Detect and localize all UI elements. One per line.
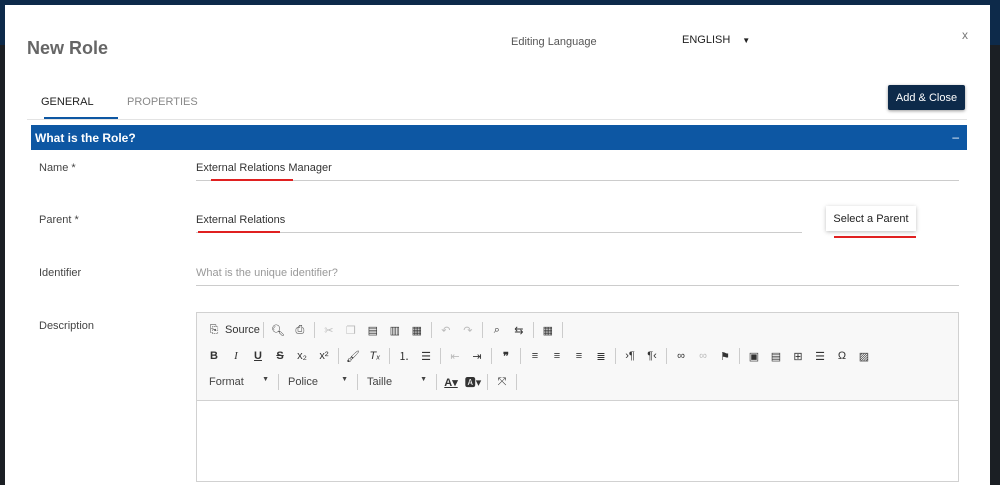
language-value: ENGLISH <box>682 34 731 46</box>
chevron-down-icon: ▼ <box>420 376 427 383</box>
text-color-icon[interactable]: A▾ <box>440 376 462 389</box>
tab-bar: GENERAL PROPERTIES <box>27 93 967 120</box>
font-select[interactable]: Police ▼ <box>282 376 354 388</box>
parent-label: Parent * <box>39 214 79 226</box>
print-icon[interactable]: ⎙ <box>289 324 311 337</box>
flash-icon[interactable]: ▣ <box>743 350 765 363</box>
image-icon[interactable]: ▨ <box>853 350 875 363</box>
identifier-label: Identifier <box>39 267 82 279</box>
editing-language-label: Editing Language <box>511 36 597 48</box>
modal-title: New Role <box>27 38 109 58</box>
size-label: Taille <box>367 376 393 388</box>
link-icon[interactable]: ∞ <box>670 350 692 362</box>
format-select[interactable]: Format ▼ <box>203 376 275 388</box>
page-break-icon[interactable]: ▦ <box>537 324 559 337</box>
font-label: Police <box>288 376 318 388</box>
justify-icon[interactable]: ≣ <box>590 350 612 363</box>
editor-toolbar: ⎘ Source 🔍︎ ⎙ ✂ ❐ ▤ ▥ ▦ ↶ ↷ ⌕ ⇆ ▦ B I U Sx₂ x² 🖌︎ Tₓ … <box>197 313 958 401</box>
preview-icon[interactable]: 🔍︎ <box>267 324 289 337</box>
find-icon[interactable]: ⌕ <box>486 324 508 337</box>
paste-icon[interactable]: ▤ <box>362 324 384 337</box>
add-close-button[interactable]: Add & Close <box>888 85 965 110</box>
table-icon[interactable]: ⊞ <box>787 350 809 363</box>
description-label: Description <box>39 320 95 332</box>
section-header[interactable]: What is the Role? – <box>31 125 967 150</box>
rtl-icon[interactable]: ¶‹ <box>641 350 663 362</box>
bold-icon[interactable]: B <box>203 350 225 362</box>
paste-word-icon[interactable]: ▦ <box>406 324 428 337</box>
iframe-icon[interactable]: ▤ <box>765 350 787 363</box>
undo-icon[interactable]: ↶ <box>435 324 457 337</box>
align-left-icon[interactable]: ≡ <box>524 350 546 362</box>
tab-general[interactable]: GENERAL <box>41 96 94 108</box>
chevron-down-icon: ▼ <box>262 376 269 383</box>
size-select[interactable]: Taille ▼ <box>361 376 433 388</box>
anchor-flag-icon[interactable]: ⚑ <box>714 350 736 363</box>
copy-format-icon[interactable]: 🖌︎ <box>342 350 364 363</box>
name-label: Name * <box>39 162 76 174</box>
chevron-down-icon: ▼ <box>742 36 751 45</box>
align-center-icon[interactable]: ≡ <box>546 350 568 362</box>
active-tab-indicator <box>44 117 118 119</box>
superscript-icon[interactable]: x² <box>313 350 335 362</box>
special-char-icon[interactable]: Ω <box>831 350 853 362</box>
description-editor[interactable]: ⎘ Source 🔍︎ ⎙ ✂ ❐ ▤ ▥ ▦ ↶ ↷ ⌕ ⇆ ▦ B I U Sx₂ x² 🖌︎ Tₓ … <box>196 312 959 482</box>
language-select[interactable]: ENGLISH ▼ <box>682 34 750 46</box>
strikethrough-icon[interactable]: S <box>269 350 291 362</box>
replace-icon[interactable]: ⇆ <box>508 324 530 337</box>
spellcheck-underline <box>211 179 293 181</box>
unlink-icon[interactable]: ∞ <box>692 350 714 362</box>
source-icon[interactable]: ⎘ <box>203 324 225 337</box>
italic-icon[interactable]: I <box>225 350 247 362</box>
align-right-icon[interactable]: ≡ <box>568 350 590 362</box>
copy-icon[interactable]: ❐ <box>340 324 362 337</box>
tab-properties[interactable]: PROPERTIES <box>127 96 198 108</box>
spellcheck-underline <box>834 236 916 238</box>
remove-format-icon[interactable]: Tₓ <box>364 350 386 362</box>
cut-icon[interactable]: ✂ <box>318 324 340 337</box>
new-role-modal: New Role Editing Language ENGLISH ▼ x GEN… <box>5 5 990 485</box>
subscript-icon[interactable]: x₂ <box>291 350 313 362</box>
identifier-input[interactable]: What is the unique identifier? <box>196 262 959 286</box>
source-button[interactable]: Source <box>225 324 260 336</box>
format-label: Format <box>209 376 244 388</box>
numbered-list-icon[interactable]: ⒈ <box>393 348 415 364</box>
outdent-icon[interactable]: ⇤ <box>444 350 466 363</box>
collapse-icon[interactable]: – <box>952 130 959 144</box>
name-input[interactable]: External Relations Manager <box>196 157 959 181</box>
select-parent-button[interactable]: Select a Parent <box>826 206 916 231</box>
bullet-list-icon[interactable]: ☰ <box>415 350 437 363</box>
redo-icon[interactable]: ↷ <box>457 324 479 337</box>
section-title: What is the Role? <box>35 131 136 145</box>
blockquote-icon[interactable]: ❞ <box>495 350 517 363</box>
background-color-icon[interactable]: 🅰︎▾ <box>462 374 484 390</box>
paste-text-icon[interactable]: ▥ <box>384 324 406 337</box>
ltr-icon[interactable]: ›¶ <box>619 350 641 362</box>
parent-input[interactable]: External Relations <box>196 209 802 233</box>
underline-icon[interactable]: U <box>247 350 269 362</box>
chevron-down-icon: ▼ <box>341 376 348 383</box>
close-button[interactable]: x <box>962 28 968 42</box>
horizontal-line-icon[interactable]: ☰ <box>809 350 831 363</box>
maximize-icon[interactable]: ⤧ <box>491 376 513 389</box>
indent-icon[interactable]: ⇥ <box>466 350 488 363</box>
spellcheck-underline <box>198 231 280 233</box>
